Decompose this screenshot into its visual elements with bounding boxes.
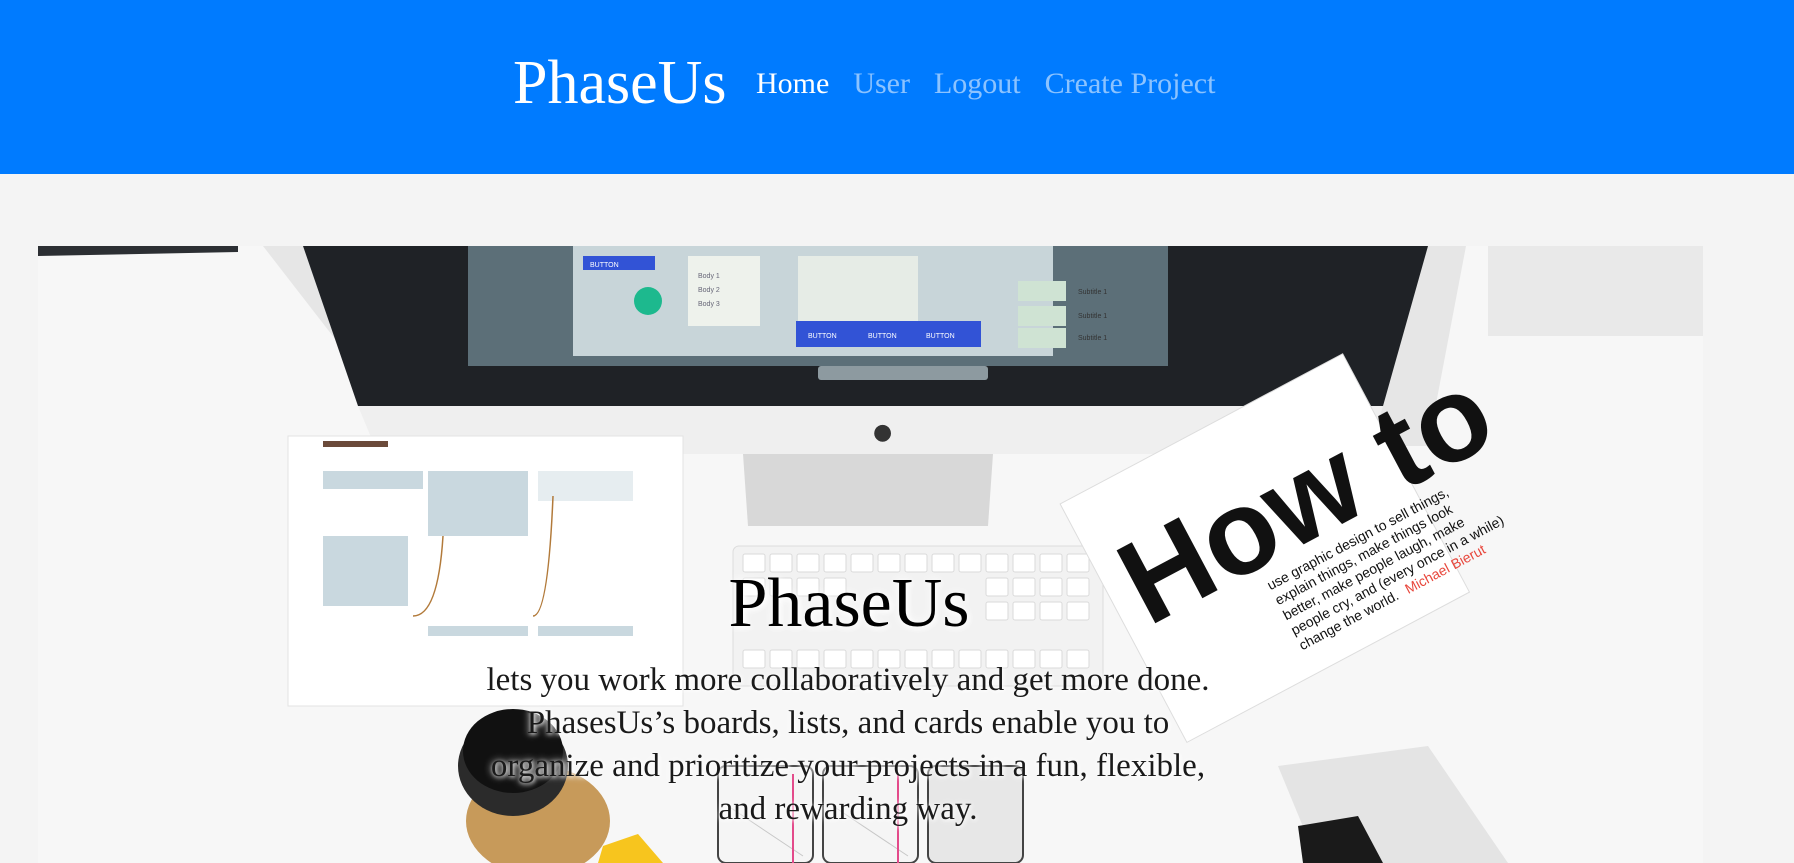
main-nav: Home User Logout Create Project (756, 64, 1239, 104)
hero-description-line: organize and prioritize your projects in… (490, 748, 1206, 784)
hero-banner: BUTTON Body 1 Body 2 Body 3 BUTTON BUTTO… (38, 246, 1703, 863)
nav-home[interactable]: Home (756, 64, 829, 104)
hero-title: PhaseUs (728, 565, 970, 642)
brand-logo[interactable]: PhaseUs (513, 46, 727, 120)
top-navbar: PhaseUs Home User Logout Create Project (0, 0, 1794, 174)
hero-text-overlay: PhaseUs lets you work more collaborative… (38, 246, 1703, 863)
nav-user[interactable]: User (853, 64, 910, 104)
hero-description: lets you work more collaboratively and g… (428, 659, 1268, 831)
hero-description-line: lets you work more collaboratively and g… (486, 662, 1210, 698)
nav-create-project[interactable]: Create Project (1045, 64, 1216, 104)
nav-logout[interactable]: Logout (934, 64, 1021, 104)
hero-description-line: and rewarding way. (718, 791, 978, 827)
hero-description-line: PhasesUs’s boards, lists, and cards enab… (526, 705, 1170, 741)
